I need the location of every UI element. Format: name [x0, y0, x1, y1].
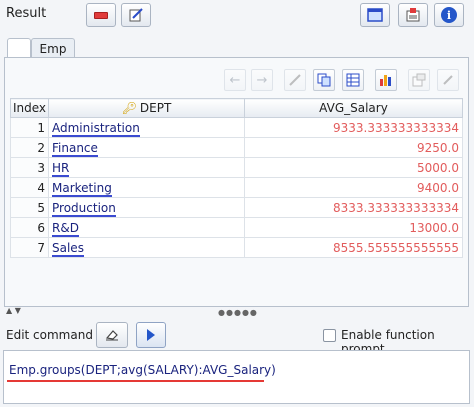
minus-icon: [94, 11, 108, 19]
arrow-right-icon: →: [256, 72, 268, 88]
tab-blank[interactable]: [7, 38, 31, 58]
bar-chart-icon: [380, 75, 391, 86]
avg-salary-cell[interactable]: 9400.0: [244, 177, 463, 198]
enable-function-prompt-checkbox[interactable]: [323, 329, 336, 342]
dept-cell[interactable]: Marketing: [48, 177, 245, 198]
clear-button[interactable]: [96, 322, 128, 348]
dept-cell[interactable]: HR: [48, 157, 245, 178]
avg-salary-cell[interactable]: 13000.0: [244, 217, 463, 238]
row-index: 5: [10, 197, 49, 218]
window-icon: [367, 8, 383, 22]
pencil-icon: [289, 74, 301, 86]
structure-icon: [412, 73, 426, 87]
edit-icon: [129, 8, 143, 22]
table-row[interactable]: 6 R&D 13000.0: [10, 217, 463, 238]
dept-cell[interactable]: Finance: [48, 137, 245, 158]
row-index: 3: [10, 157, 49, 178]
command-text[interactable]: Emp.groups(DEPT;avg(SALARY):AVG_Salary): [9, 363, 276, 377]
forward-button[interactable]: →: [251, 69, 273, 91]
arrow-left-icon: ←: [229, 72, 241, 88]
window-button[interactable]: [360, 3, 390, 27]
back-button[interactable]: ←: [224, 69, 246, 91]
row-index: 2: [10, 137, 49, 158]
dept-cell[interactable]: R&D: [48, 217, 245, 238]
edit-command-label: Edit command: [6, 328, 93, 342]
table-row[interactable]: 7 Sales 8555.555555555555: [10, 237, 463, 258]
row-index: 1: [10, 117, 49, 138]
dept-cell[interactable]: Sales: [48, 237, 245, 258]
table-row[interactable]: 4 Marketing 9400.0: [10, 177, 463, 198]
table-icon: [346, 73, 360, 87]
table-view-button[interactable]: [342, 69, 364, 91]
collapse-arrows[interactable]: ▲ ▼: [6, 306, 21, 315]
brush-button[interactable]: [437, 69, 459, 91]
eraser-icon: [105, 330, 118, 341]
column-header-dept[interactable]: 🔑︎ DEPT: [48, 98, 245, 118]
row-index: 6: [10, 217, 49, 238]
table-header-row: Index 🔑︎ DEPT AVG_Salary: [10, 98, 463, 118]
tab-emp[interactable]: Emp: [31, 38, 75, 58]
column-header-avg-salary[interactable]: AVG_Salary: [244, 98, 463, 118]
brush-icon: [443, 75, 453, 85]
command-underline: [7, 380, 264, 382]
edit-button[interactable]: [121, 3, 151, 27]
avg-salary-cell[interactable]: 8333.333333333334: [244, 197, 463, 218]
command-editor[interactable]: Emp.groups(DEPT;avg(SALARY):AVG_Salary): [3, 350, 470, 404]
avg-salary-cell[interactable]: 9250.0: [244, 137, 463, 158]
row-index: 7: [10, 237, 49, 258]
column-header-index[interactable]: Index: [10, 98, 49, 118]
key-icon: 🔑︎: [121, 101, 137, 115]
copy-icon: [317, 73, 331, 87]
info-button[interactable]: i: [434, 3, 464, 27]
row-index: 4: [10, 177, 49, 198]
info-icon: i: [441, 7, 457, 23]
table-row[interactable]: 3 HR 5000.0: [10, 157, 463, 178]
result-table: Index 🔑︎ DEPT AVG_Salary 1 Administration 9…: [10, 98, 463, 258]
export-button[interactable]: [398, 3, 428, 27]
table-row[interactable]: 5 Production 8333.333333333334: [10, 197, 463, 218]
delete-button[interactable]: [86, 3, 116, 27]
avg-salary-cell[interactable]: 5000.0: [244, 157, 463, 178]
avg-salary-cell[interactable]: 9333.333333333334: [244, 117, 463, 138]
result-title: Result: [6, 6, 47, 21]
tab-emp-label: Emp: [39, 41, 67, 56]
chart-button[interactable]: [375, 69, 397, 91]
copy-button[interactable]: [313, 69, 335, 91]
dept-cell[interactable]: Administration: [48, 117, 245, 138]
splitter-handle[interactable]: ●●●●●: [218, 308, 258, 317]
play-icon: [147, 329, 155, 341]
table-row[interactable]: 2 Finance 9250.0: [10, 137, 463, 158]
table-row[interactable]: 1 Administration 9333.333333333334: [10, 117, 463, 138]
avg-salary-cell[interactable]: 8555.555555555555: [244, 237, 463, 258]
structure-button[interactable]: [408, 69, 430, 91]
edit-cell-button[interactable]: [284, 69, 306, 91]
execute-button[interactable]: [136, 322, 166, 348]
dept-cell[interactable]: Production: [48, 197, 245, 218]
export-icon: [406, 8, 420, 22]
